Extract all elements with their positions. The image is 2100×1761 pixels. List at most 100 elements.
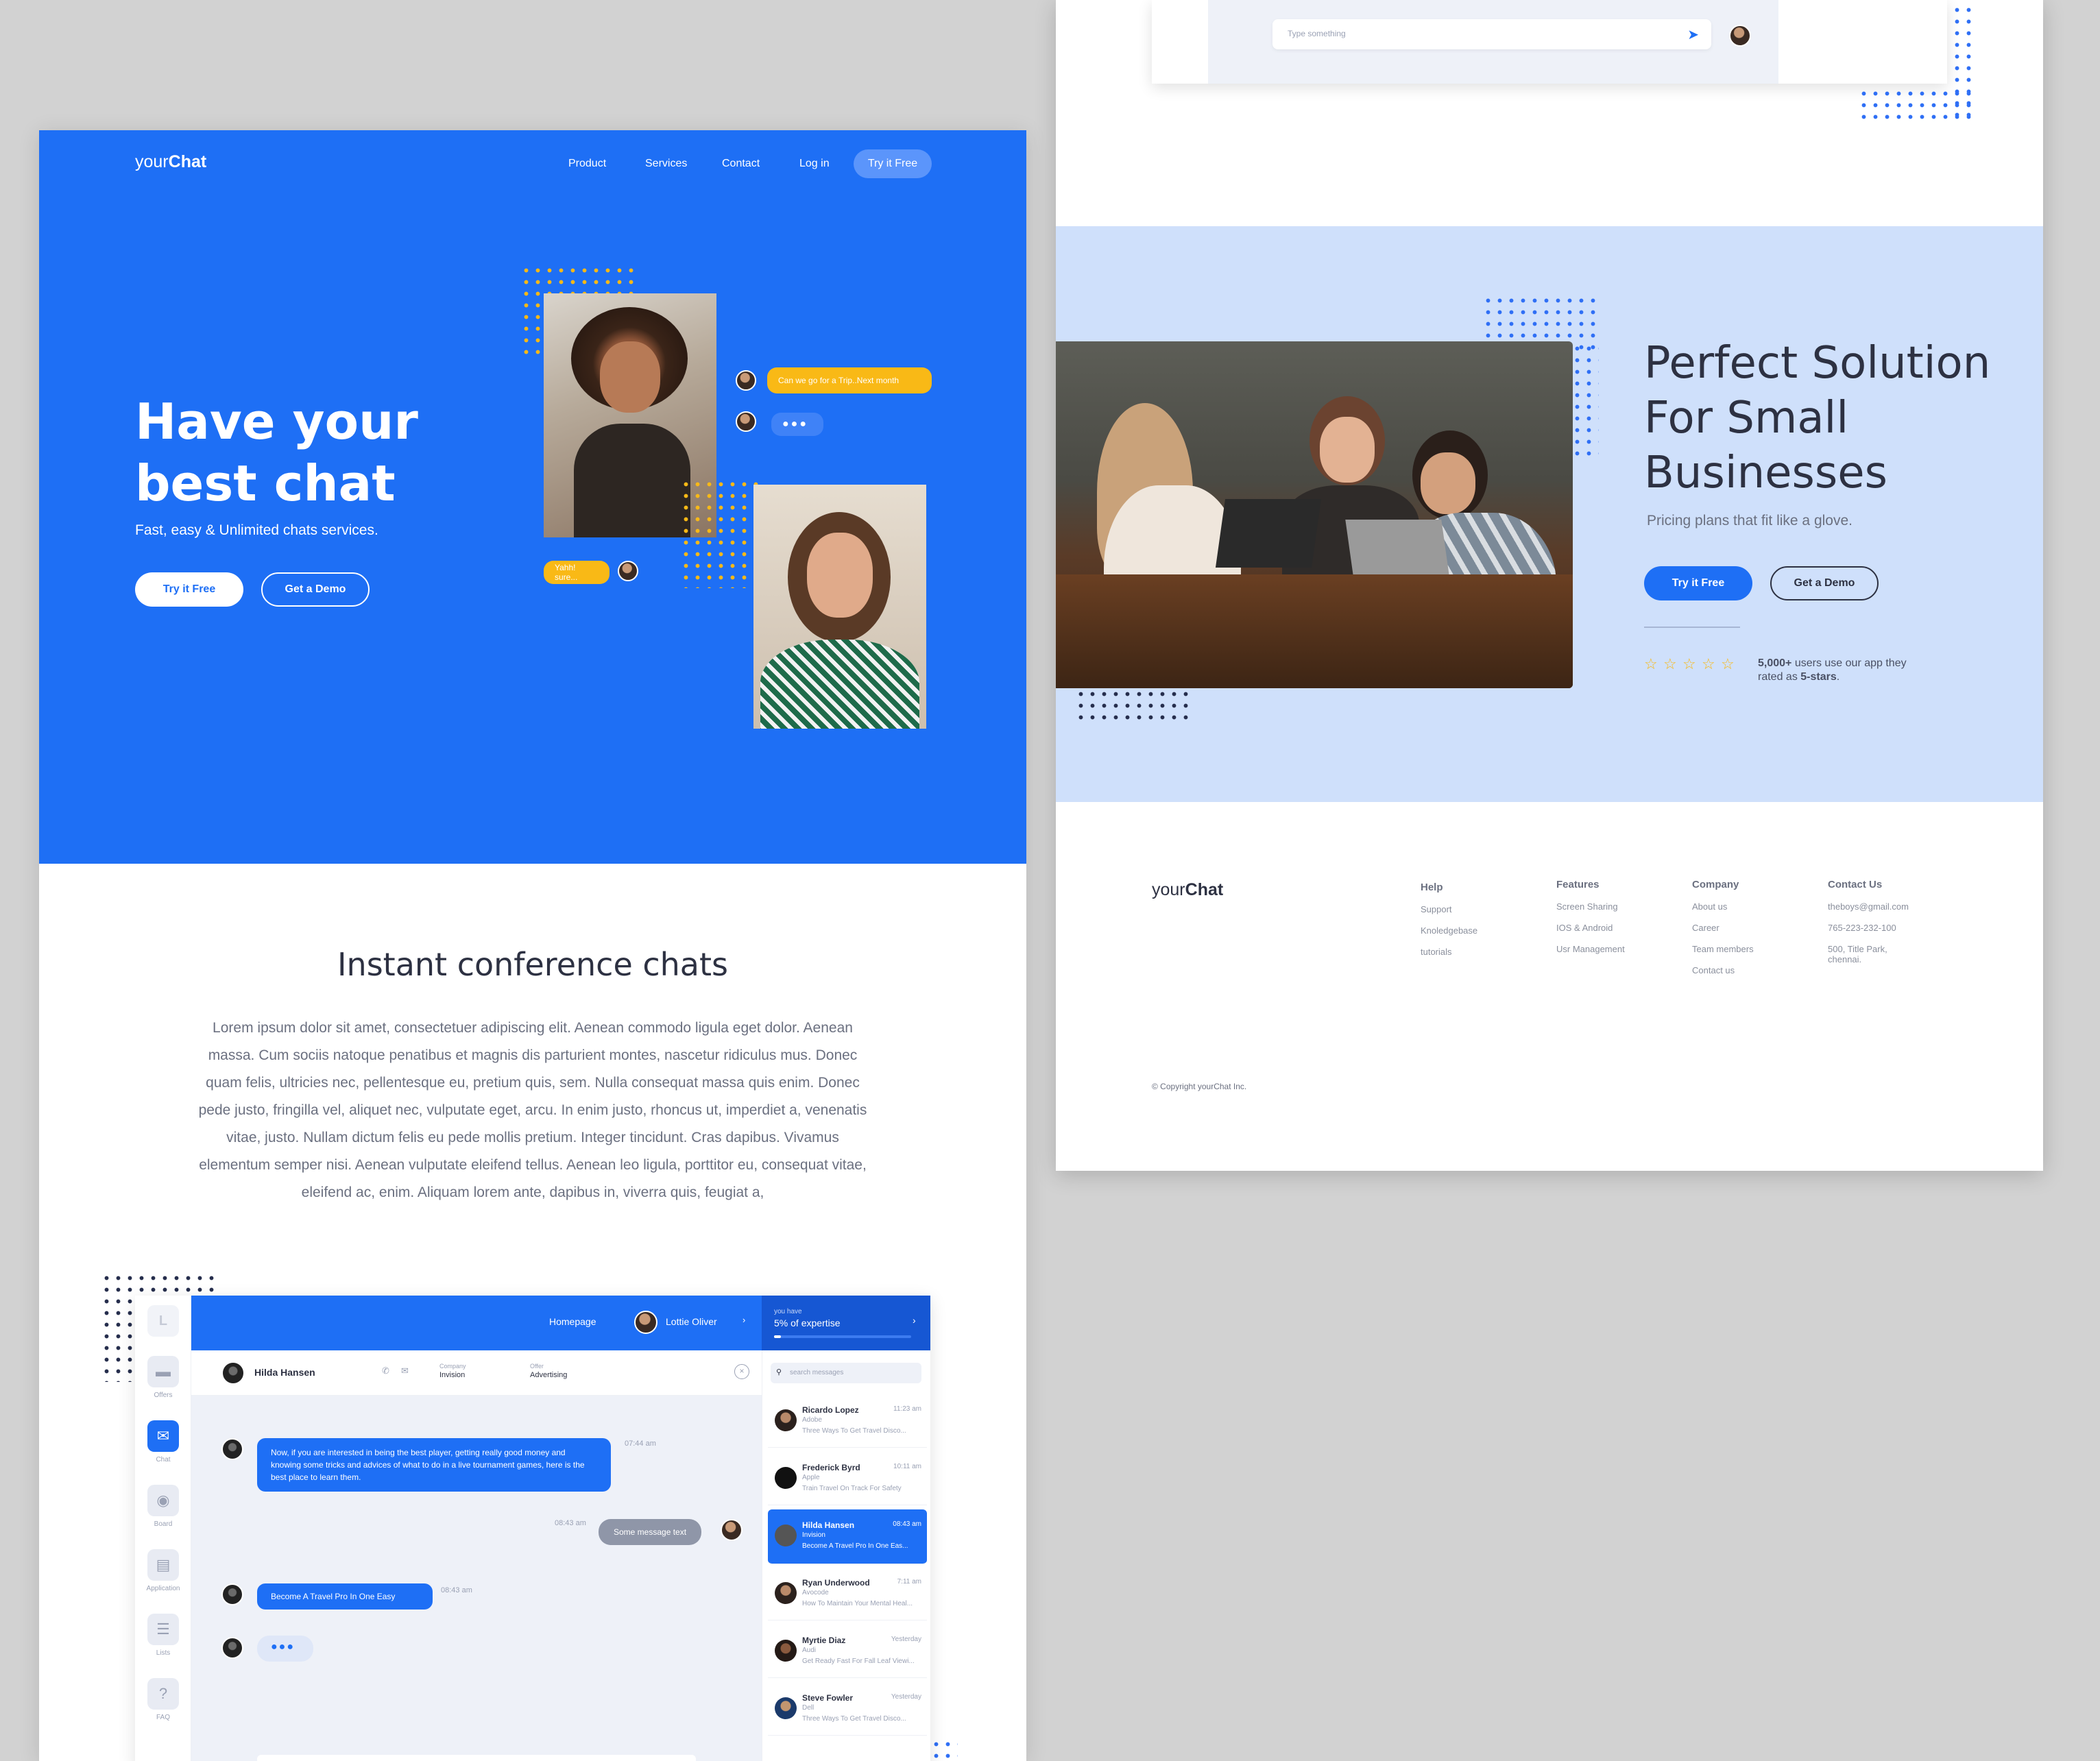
contact-item[interactable]: Ricardo Lopez Adobe Three Ways To Get Trav… bbox=[768, 1394, 927, 1448]
footer-logo[interactable]: yourChat bbox=[1152, 880, 1223, 900]
contact-list-panel: ⚲ search messages Ricardo Lopez Adobe Thre… bbox=[762, 1350, 930, 1761]
woman-photo-2 bbox=[753, 485, 926, 729]
decor-dots bbox=[1571, 343, 1599, 459]
chat-icon[interactable]: ✉ bbox=[147, 1420, 179, 1452]
footer-link[interactable]: Knoledgebase bbox=[1421, 925, 1477, 936]
board-icon[interactable]: ◉ bbox=[147, 1485, 179, 1516]
chevron-right-icon[interactable]: › bbox=[743, 1315, 745, 1325]
hero-get-demo-button[interactable]: Get a Demo bbox=[261, 572, 370, 607]
nav-contact[interactable]: Contact bbox=[722, 158, 760, 170]
landing-page-left: yourChat Product Services Contact Log in… bbox=[39, 130, 1026, 1761]
footer-link[interactable]: Contact us bbox=[1692, 965, 1754, 975]
contact-item[interactable]: Steve Fowler Dell Three Ways To Get Travel… bbox=[768, 1682, 927, 1736]
mail-icon[interactable]: ✉ bbox=[401, 1365, 409, 1376]
message-incoming: Now, if you are interested in being the … bbox=[257, 1438, 611, 1492]
hero-title: Have your best chat bbox=[135, 393, 418, 512]
offer-label: Offer bbox=[530, 1363, 544, 1370]
topbar-homepage[interactable]: Homepage bbox=[549, 1316, 596, 1327]
contact-item[interactable]: Frederick Byrd Apple Train Travel On Track… bbox=[768, 1452, 927, 1505]
app-sidebar: L ▬ Offers ✉ Chat ◉ Board ▤ Application … bbox=[135, 1296, 191, 1761]
nav-product[interactable]: Product bbox=[568, 158, 606, 170]
nav-services[interactable]: Services bbox=[645, 158, 687, 170]
briefcase-icon[interactable]: ▬ bbox=[147, 1356, 179, 1387]
app-mockup-bottom: Type something ➤ bbox=[1152, 0, 1947, 84]
footer-col-company: Company About us Career Team members Con… bbox=[1692, 879, 1754, 975]
contact-avatar bbox=[221, 1438, 243, 1460]
conference-title: Instant conference chats bbox=[337, 946, 728, 983]
solution-section: Perfect Solution For Small Businesses Pr… bbox=[1056, 226, 2043, 802]
footer-link[interactable]: Career bbox=[1692, 923, 1754, 933]
chat-contact-name: Hilda Hansen bbox=[254, 1367, 315, 1378]
nav-login[interactable]: Log in bbox=[799, 158, 830, 170]
contact-item[interactable]: Myrtie Diaz Audi Get Ready Fast For Fall L… bbox=[768, 1625, 927, 1678]
footer-col-contact: Contact Us theboys@gmail.com 765-223-232… bbox=[1828, 879, 1909, 964]
chat-thread: Now, if you are interested in being the … bbox=[191, 1396, 762, 1761]
team-photo bbox=[1056, 341, 1573, 688]
company-label: Company bbox=[439, 1363, 466, 1370]
search-box[interactable]: ⚲ search messages bbox=[771, 1363, 921, 1383]
copyright: © Copyright yourChat Inc. bbox=[1152, 1082, 1247, 1091]
message-time: 08:43 am bbox=[441, 1586, 472, 1594]
contact-avatar bbox=[221, 1583, 243, 1605]
input-placeholder: Type something bbox=[1288, 29, 1346, 38]
footer-address: 500, Title Park, bbox=[1828, 944, 1887, 954]
user-avatar bbox=[721, 1519, 743, 1541]
nav-try-free-button[interactable]: Try it Free bbox=[854, 149, 932, 178]
sidebar-label-chat: Chat bbox=[156, 1456, 171, 1464]
contact-item-active[interactable]: Hilda Hansen Invision Become A Travel Pro … bbox=[768, 1509, 927, 1564]
solution-try-free-button[interactable]: Try it Free bbox=[1644, 566, 1752, 600]
solution-title: Perfect Solution For Small Businesses bbox=[1644, 338, 1991, 498]
landing-page-right: Type something ➤ Perfect Solution For Sm bbox=[1056, 0, 2043, 1171]
chevron-right-icon[interactable]: › bbox=[913, 1315, 916, 1326]
expertise-track bbox=[774, 1335, 911, 1338]
message-input[interactable] bbox=[257, 1755, 696, 1761]
footer-email[interactable]: theboys@gmail.com bbox=[1828, 901, 1909, 912]
app-logo[interactable]: L bbox=[147, 1305, 179, 1337]
footer-link[interactable]: About us bbox=[1692, 901, 1754, 912]
decor-dots bbox=[680, 478, 762, 588]
user-avatar[interactable] bbox=[1729, 25, 1751, 47]
footer-link[interactable]: Team members bbox=[1692, 944, 1754, 954]
contact-item[interactable]: Ryan Underwood Avocode How To Maintain You… bbox=[768, 1567, 927, 1620]
question-icon[interactable]: ? bbox=[147, 1678, 179, 1710]
message-incoming: Become A Travel Pro In One Easy bbox=[257, 1583, 433, 1610]
list-icon[interactable]: ☰ bbox=[147, 1614, 179, 1645]
chat-bubble-reply: Yahh! sure... bbox=[544, 561, 610, 584]
footer-link[interactable]: IOS & Android bbox=[1556, 923, 1625, 933]
rating-text: 5,000+ users use our app they rated as 5… bbox=[1758, 657, 1907, 683]
footer-col-help: Help Support Knoledgebase tutorials bbox=[1421, 882, 1478, 957]
close-icon[interactable]: × bbox=[734, 1364, 749, 1379]
topbar-username[interactable]: Lottie Oliver bbox=[666, 1316, 717, 1327]
chat-thread-bottom: Type something ➤ bbox=[1208, 0, 1778, 84]
message-time: 07:44 am bbox=[625, 1440, 656, 1448]
solution-get-demo-button[interactable]: Get a Demo bbox=[1770, 566, 1879, 600]
message-outgoing: Some message text bbox=[599, 1519, 702, 1545]
footer-col-features: Features Screen Sharing IOS & Android Us… bbox=[1556, 879, 1625, 954]
message-input[interactable]: Type something ➤ bbox=[1272, 19, 1711, 49]
star-icon: ☆ bbox=[1682, 655, 1696, 672]
expertise-progress bbox=[774, 1335, 781, 1338]
phone-icon[interactable]: ✆ bbox=[382, 1365, 389, 1376]
footer-link[interactable]: Support bbox=[1421, 904, 1477, 914]
chat-header: Hilda Hansen ✆ ✉ Company Invision Offer … bbox=[191, 1350, 762, 1396]
sidebar-label-lists: Lists bbox=[156, 1649, 171, 1657]
hero-try-free-button[interactable]: Try it Free bbox=[135, 572, 243, 607]
send-icon[interactable]: ➤ bbox=[1687, 26, 1699, 43]
app-topbar: Homepage Lottie Oliver › you have 5% of … bbox=[191, 1296, 930, 1350]
footer-phone[interactable]: 765-223-232-100 bbox=[1828, 923, 1909, 933]
brand-logo[interactable]: yourChat bbox=[135, 152, 206, 172]
typing-indicator: ●●● bbox=[771, 413, 823, 436]
user-avatar[interactable] bbox=[634, 1311, 657, 1334]
chat-avatar bbox=[618, 561, 638, 581]
sidebar-label-offers: Offers bbox=[154, 1392, 173, 1399]
hero-subtitle: Fast, easy & Unlimited chats services. bbox=[135, 522, 378, 538]
footer-link[interactable]: tutorials bbox=[1421, 947, 1477, 957]
application-icon[interactable]: ▤ bbox=[147, 1549, 179, 1581]
star-icon: ☆ bbox=[1721, 655, 1735, 672]
footer-link[interactable]: Screen Sharing bbox=[1556, 901, 1625, 912]
footer-link[interactable]: Usr Management bbox=[1556, 944, 1625, 954]
typing-indicator: ●●● bbox=[257, 1636, 313, 1662]
decor-dots bbox=[930, 1738, 958, 1761]
chat-avatar bbox=[736, 370, 756, 391]
chat-avatar bbox=[736, 411, 756, 432]
